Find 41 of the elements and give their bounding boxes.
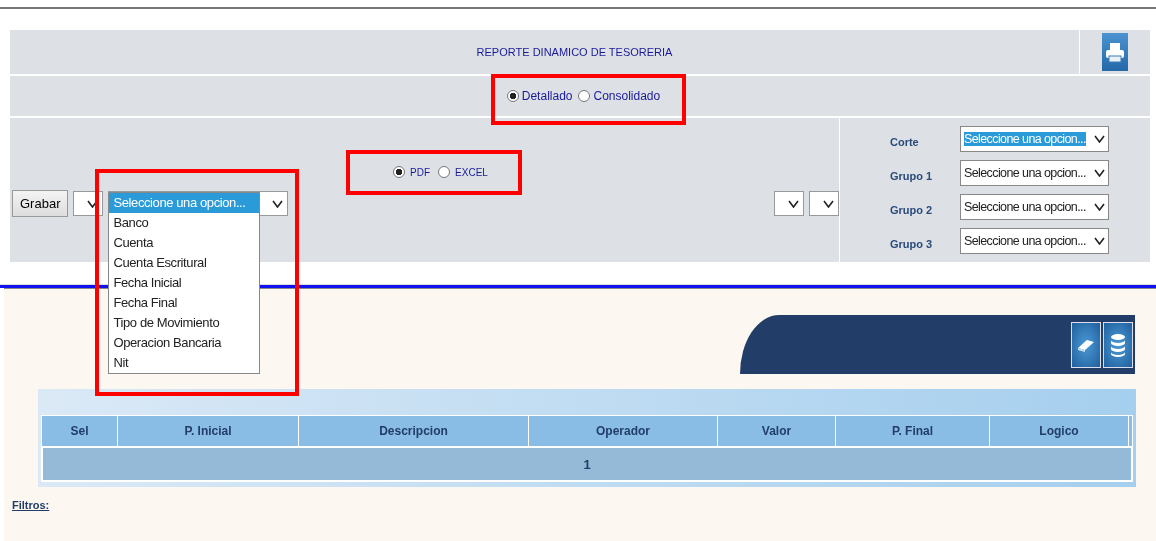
dropdown-option[interactable]: Tipo de Movimiento xyxy=(109,313,260,333)
group-select[interactable]: Seleccione una opcion... xyxy=(960,160,1109,186)
radio-label[interactable]: EXCEL xyxy=(455,166,488,178)
group-label: Grupo 2 xyxy=(890,203,934,216)
radio-button[interactable] xyxy=(506,90,519,102)
dropdown-option[interactable]: Banco xyxy=(109,213,260,233)
group-select[interactable]: Seleccione una opcion... xyxy=(960,194,1109,220)
chevron-down-icon xyxy=(1094,203,1105,211)
dropdown-option[interactable]: Nit xyxy=(109,353,260,373)
dropdown-option[interactable]: Operacion Bancaria xyxy=(109,333,260,353)
chevron-down-icon xyxy=(272,199,284,208)
dropdown-option[interactable]: Fecha Final xyxy=(109,293,260,313)
database-icon xyxy=(1110,332,1126,357)
select-field[interactable] xyxy=(774,191,804,216)
group-label: Grupo 1 xyxy=(890,169,934,182)
radio-button[interactable] xyxy=(393,166,406,178)
group-select[interactable]: Seleccione una opcion... xyxy=(960,228,1109,254)
report-title: REPORTE DINAMICO DE TESORERIA xyxy=(475,46,674,58)
print-button[interactable] xyxy=(1102,33,1128,71)
chevron-down-icon xyxy=(1094,135,1105,143)
select-field[interactable] xyxy=(809,191,839,216)
eraser-button[interactable] xyxy=(1071,321,1101,368)
chevron-down-icon xyxy=(1094,169,1105,177)
radio-label[interactable]: PDF xyxy=(410,166,431,178)
radio-button[interactable] xyxy=(438,166,451,178)
database-button[interactable] xyxy=(1103,321,1133,368)
radio-button[interactable] xyxy=(578,90,591,102)
printer-icon xyxy=(1105,40,1125,64)
chevron-down-icon xyxy=(1094,237,1105,245)
page-number[interactable]: 1 xyxy=(583,456,591,472)
dropdown-option[interactable]: Cuenta Escritural xyxy=(109,253,260,273)
radio-label[interactable]: Detallado xyxy=(521,89,573,103)
chevron-down-icon xyxy=(823,199,834,208)
group-label: Corte xyxy=(890,135,920,148)
group-label: Grupo 3 xyxy=(890,237,934,250)
dropdown-option[interactable]: Fecha Inicial xyxy=(109,273,260,293)
dropdown-option[interactable]: Cuenta xyxy=(109,233,260,253)
chevron-down-icon xyxy=(788,199,799,208)
radio-label[interactable]: Consolidado xyxy=(593,89,661,103)
save-button[interactable]: Grabar xyxy=(12,190,69,217)
filters-link[interactable]: Filtros: xyxy=(12,499,50,511)
